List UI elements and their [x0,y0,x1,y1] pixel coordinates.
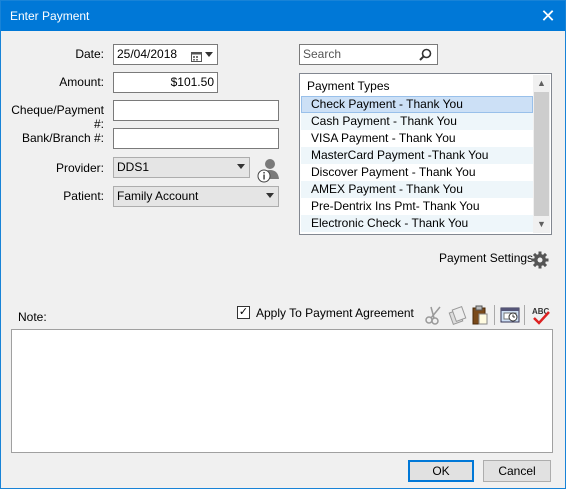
scroll-up-icon[interactable]: ▲ [533,75,550,92]
toolbar-divider [524,305,525,325]
cancel-button[interactable]: Cancel [483,460,551,482]
apply-agreement-checkbox[interactable]: ✓ [237,306,250,319]
copy-icon[interactable] [446,304,468,326]
provider-label: Provider: [55,161,104,175]
payment-types-list[interactable]: Payment Types Check Payment - Thank You … [299,73,552,235]
bank-label: Bank/Branch #: [21,131,104,145]
ok-button[interactable]: OK [408,460,474,482]
chevron-down-icon [237,164,245,169]
spell-check-icon[interactable]: ABC [530,304,552,326]
list-item[interactable]: VISA Payment - Thank You [301,130,533,147]
amount-value: $101.50 [170,75,214,89]
close-icon[interactable]: ✕ [537,5,559,27]
cheque-label: Cheque/Payment #: [11,103,104,131]
toolbar-divider [494,305,495,325]
provider-select[interactable]: DDS1 [113,157,250,178]
calendar-icon[interactable] [191,49,202,62]
provider-info-icon[interactable] [256,157,280,183]
scroll-down-icon[interactable]: ▼ [533,216,550,233]
chevron-down-icon[interactable] [205,52,213,57]
date-stamp-icon[interactable] [499,304,521,326]
title-bar: Enter Payment ✕ [1,1,565,31]
provider-value: DDS1 [117,160,150,174]
list-scrollbar[interactable]: ▲ ▼ [533,75,550,233]
date-label: Date: [75,47,104,61]
bank-field[interactable] [113,128,279,149]
cheque-field[interactable] [113,100,279,121]
list-item[interactable]: MasterCard Payment -Thank You [301,147,533,164]
apply-agreement-label[interactable]: Apply To Payment Agreement [256,306,414,320]
paste-icon[interactable] [469,304,491,326]
date-value: 25/04/2018 [117,47,178,61]
search-placeholder: Search [303,47,342,61]
cut-icon[interactable] [423,304,445,326]
scroll-thumb[interactable] [534,92,549,216]
patient-label: Patient: [63,189,104,203]
amount-field[interactable]: $101.50 [113,72,218,93]
patient-value: Family Account [117,189,199,203]
list-item[interactable]: AMEX Payment - Thank You [301,181,533,198]
list-item[interactable]: Electronic Check - Thank You [301,215,533,232]
list-item[interactable]: Check Payment - Thank You [301,96,533,113]
payment-settings-label[interactable]: Payment Settings [439,251,533,265]
payment-types-header: Payment Types [307,79,390,93]
chevron-down-icon [266,193,274,198]
list-item[interactable]: Pre-Dentrix Ins Pmt- Thank You [301,198,533,215]
list-item[interactable]: Cash Payment - Thank You [301,113,533,130]
amount-label: Amount: [59,75,104,89]
note-label: Note: [18,310,47,324]
date-field[interactable]: 25/04/2018 [113,44,218,65]
window-title: Enter Payment [10,9,90,23]
search-icon[interactable] [419,48,432,61]
search-input[interactable]: Search [299,44,438,65]
gear-icon[interactable] [531,251,549,269]
note-textarea[interactable] [11,329,553,453]
list-item[interactable]: Discover Payment - Thank You [301,164,533,181]
patient-select[interactable]: Family Account [113,186,279,207]
